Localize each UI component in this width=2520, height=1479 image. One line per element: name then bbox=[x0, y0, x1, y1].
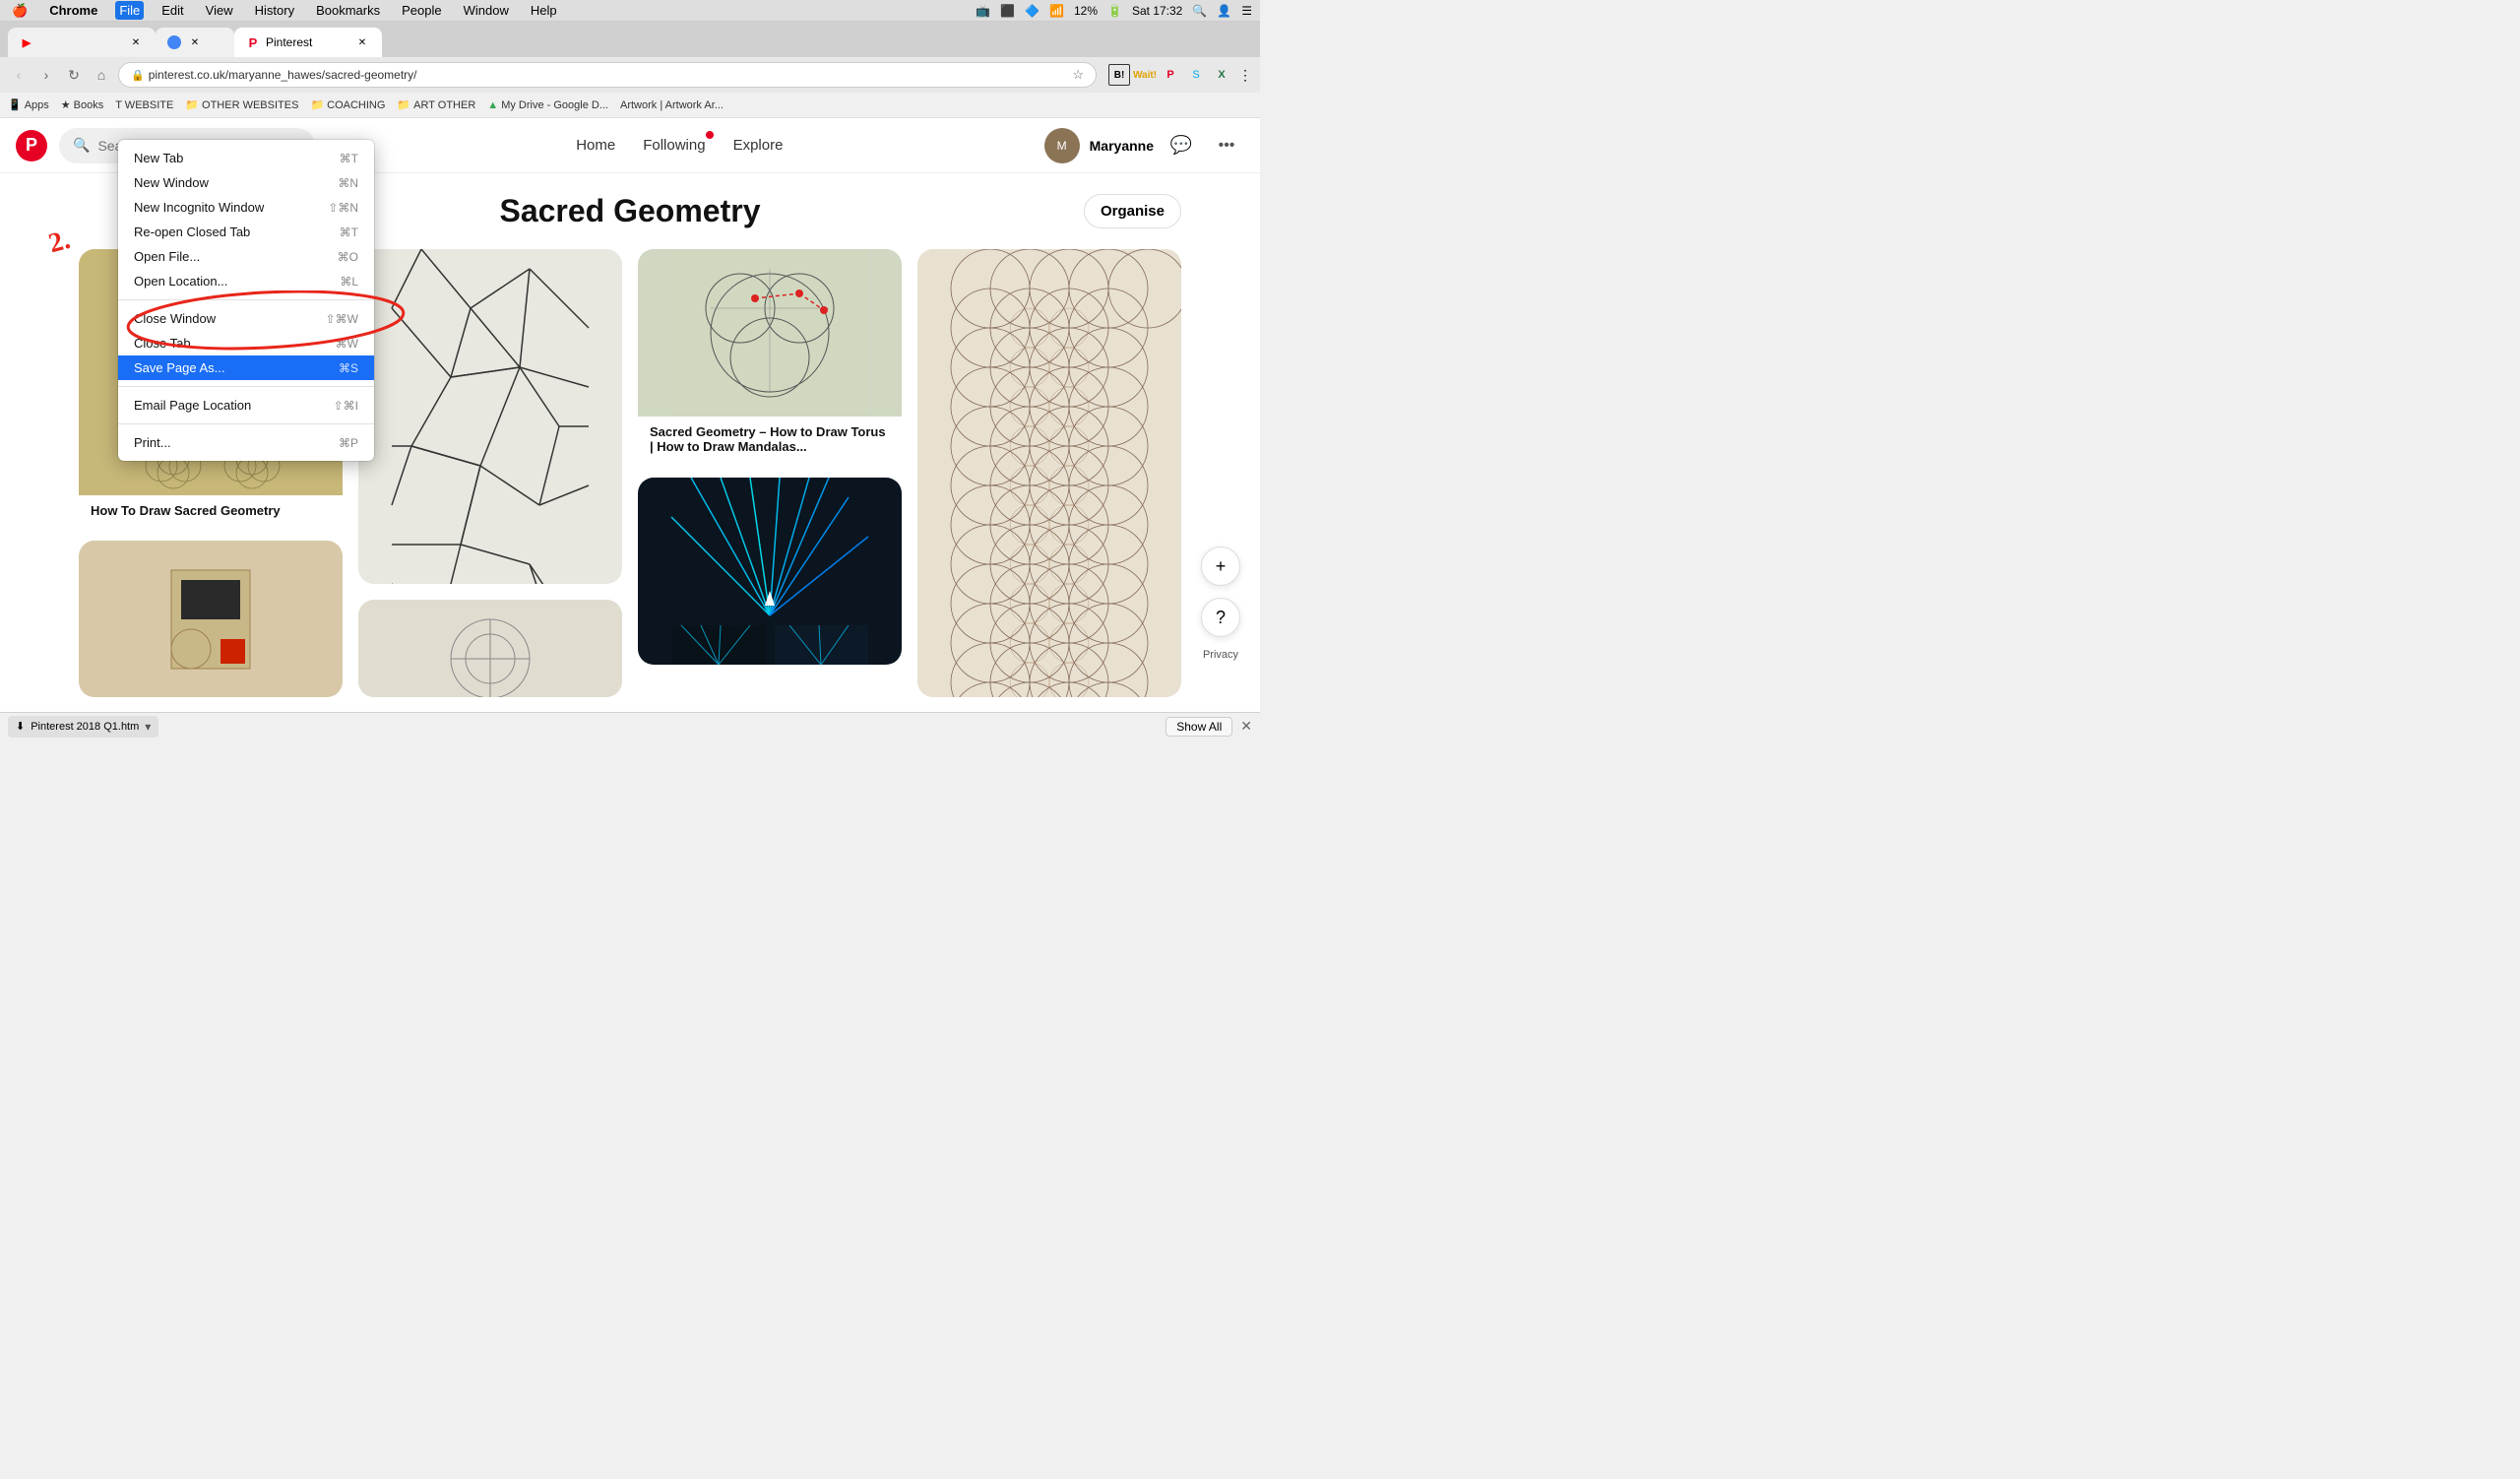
menu-bar-left: 🍎 Chrome File Edit View History Bookmark… bbox=[8, 1, 561, 21]
window-menu[interactable]: Window bbox=[460, 1, 513, 20]
bookmarks-menu[interactable]: Bookmarks bbox=[312, 1, 384, 20]
coaching-folder-icon: 📁 bbox=[310, 98, 324, 111]
tab-pinterest[interactable]: P Pinterest ✕ bbox=[234, 28, 382, 57]
cast-icon: ⬛ bbox=[1000, 4, 1015, 18]
youtube-favicon: ▶ bbox=[20, 35, 33, 49]
refresh-button[interactable]: ↻ bbox=[63, 64, 85, 86]
forward-button[interactable]: › bbox=[35, 64, 57, 86]
tab-youtube[interactable]: ▶ ✕ bbox=[8, 28, 156, 57]
menu-new-window[interactable]: New Window ⌘N bbox=[118, 170, 374, 195]
bookmark-other-websites[interactable]: 📁 OTHER WEBSITES bbox=[185, 98, 298, 111]
address-bar-row: ‹ › ↻ ⌂ 🔒 pinterest.co.uk/maryanne_hawes… bbox=[0, 57, 1260, 93]
file-menu-item[interactable]: File bbox=[115, 1, 144, 20]
help-menu[interactable]: Help bbox=[527, 1, 561, 20]
tab-newtab[interactable]: ✕ bbox=[156, 28, 234, 57]
menu-new-tab[interactable]: New Tab ⌘T bbox=[118, 146, 374, 170]
artwork-label: Artwork | Artwork Ar... bbox=[620, 99, 724, 111]
menu-divider-3 bbox=[118, 423, 374, 424]
battery-icon: 🔋 bbox=[1107, 4, 1122, 18]
tab-bar: ▶ ✕ ✕ P Pinterest ✕ bbox=[0, 22, 1260, 57]
menu-section-2: Close Window ⇧⌘W Close Tab ⌘W Save Page … bbox=[118, 304, 374, 382]
art-other-label: ART OTHER bbox=[413, 99, 475, 111]
wifi-icon: 📶 bbox=[1049, 4, 1064, 18]
other-websites-folder-icon: 📁 bbox=[185, 98, 199, 111]
star-icon: ★ bbox=[61, 98, 71, 111]
tab-youtube-close[interactable]: ✕ bbox=[128, 34, 144, 50]
menu-open-location[interactable]: Open Location... ⌘L bbox=[118, 269, 374, 293]
menu-bar-right: 📺 ⬛ 🔷 📶 12% 🔋 Sat 17:32 🔍 👤 ☰ bbox=[976, 4, 1252, 18]
art-folder-icon: 📁 bbox=[397, 98, 410, 111]
security-icon: 🔒 bbox=[131, 69, 145, 82]
boldgrid-ext[interactable]: B! bbox=[1108, 64, 1130, 86]
bookmark-books[interactable]: ★ Books bbox=[61, 98, 103, 111]
history-menu[interactable]: History bbox=[251, 1, 298, 20]
menu-reopen-tab[interactable]: Re-open Closed Tab ⌘T bbox=[118, 220, 374, 244]
drive-icon: ▲ bbox=[487, 99, 498, 111]
bookmark-t-website[interactable]: T WEBSITE bbox=[115, 99, 173, 111]
tab-pinterest-title: Pinterest bbox=[266, 35, 348, 49]
chrome-menu-dots[interactable]: ⋮ bbox=[1238, 67, 1252, 84]
other-websites-label: OTHER WEBSITES bbox=[202, 99, 298, 111]
menu-section-3: Email Page Location ⇧⌘I bbox=[118, 391, 374, 419]
file-menu: New Tab ⌘T New Window ⌘N New Incognito W… bbox=[118, 140, 374, 461]
tab-pinterest-close[interactable]: ✕ bbox=[354, 34, 370, 50]
mac-menu-bar: 🍎 Chrome File Edit View History Bookmark… bbox=[0, 0, 1260, 22]
apps-folder-icon: 📱 bbox=[8, 98, 22, 111]
spotlight-icon[interactable]: 🔍 bbox=[1192, 4, 1207, 18]
time-display: Sat 17:32 bbox=[1132, 4, 1182, 18]
pinterest-favicon: P bbox=[246, 35, 260, 49]
books-label: Books bbox=[74, 99, 104, 111]
tab-newtab-close[interactable]: ✕ bbox=[187, 34, 203, 50]
bookmarks-bar: 📱 Apps ★ Books T WEBSITE 📁 OTHER WEBSITE… bbox=[0, 93, 1260, 118]
screen-icon: 📺 bbox=[976, 4, 990, 18]
file-menu-overlay[interactable]: New Tab ⌘T New Window ⌘N New Incognito W… bbox=[0, 118, 1260, 740]
browser-chrome: ▶ ✕ ✕ P Pinterest ✕ ‹ › ↻ ⌂ 🔒 pinterest.… bbox=[0, 22, 1260, 118]
menu-save-page[interactable]: Save Page As... ⌘S bbox=[118, 355, 374, 380]
menu-divider-1 bbox=[118, 299, 374, 300]
skype-ext[interactable]: S bbox=[1185, 64, 1207, 86]
apple-menu[interactable]: 🍎 bbox=[8, 1, 32, 21]
people-menu[interactable]: People bbox=[398, 1, 445, 20]
menu-section-1: New Tab ⌘T New Window ⌘N New Incognito W… bbox=[118, 144, 374, 295]
wait-ext[interactable]: Wait! bbox=[1134, 64, 1156, 86]
bookmark-google-drive[interactable]: ▲ My Drive - Google D... bbox=[487, 99, 608, 111]
drive-label: My Drive - Google D... bbox=[501, 99, 608, 111]
annotation-number: 2. bbox=[45, 225, 74, 260]
battery-text: 12% bbox=[1074, 4, 1098, 18]
edit-menu[interactable]: Edit bbox=[158, 1, 187, 20]
chrome-favicon bbox=[167, 35, 181, 49]
excel-ext[interactable]: X bbox=[1211, 64, 1232, 86]
bookmark-art-other[interactable]: 📁 ART OTHER bbox=[397, 98, 475, 111]
bookmark-coaching[interactable]: 📁 COACHING bbox=[310, 98, 385, 111]
menu-print[interactable]: Print... ⌘P bbox=[118, 430, 374, 455]
menu-close-tab[interactable]: Close Tab ⌘W bbox=[118, 331, 374, 355]
home-button[interactable]: ⌂ bbox=[91, 64, 112, 86]
menu-email-page[interactable]: Email Page Location ⇧⌘I bbox=[118, 393, 374, 418]
menu-divider-2 bbox=[118, 386, 374, 387]
url-text: pinterest.co.uk/maryanne_hawes/sacred-ge… bbox=[149, 68, 1073, 82]
hamburger-icon: ☰ bbox=[1241, 4, 1252, 18]
menu-open-file[interactable]: Open File... ⌘O bbox=[118, 244, 374, 269]
back-button[interactable]: ‹ bbox=[8, 64, 30, 86]
t-website-label: T WEBSITE bbox=[115, 99, 173, 111]
apps-label: Apps bbox=[25, 99, 49, 111]
bookmark-apps[interactable]: 📱 Apps bbox=[8, 98, 49, 111]
menu-new-incognito[interactable]: New Incognito Window ⇧⌘N bbox=[118, 195, 374, 220]
bookmark-star-icon[interactable]: ☆ bbox=[1072, 67, 1084, 83]
user-icon: 👤 bbox=[1217, 4, 1231, 18]
pinterest-ext[interactable]: P bbox=[1160, 64, 1181, 86]
browser-content: P 🔍 Search Home Following Explore M Mary… bbox=[0, 118, 1260, 740]
menu-close-window[interactable]: Close Window ⇧⌘W bbox=[118, 306, 374, 331]
menu-section-4: Print... ⌘P bbox=[118, 428, 374, 457]
address-bar[interactable]: 🔒 pinterest.co.uk/maryanne_hawes/sacred-… bbox=[118, 62, 1097, 88]
extensions-toolbar: B! Wait! P S X bbox=[1108, 64, 1232, 86]
view-menu[interactable]: View bbox=[202, 1, 237, 20]
bluetooth-icon: 🔷 bbox=[1025, 4, 1040, 18]
chrome-menu[interactable]: Chrome bbox=[45, 1, 101, 20]
coaching-label: COACHING bbox=[327, 99, 385, 111]
bookmark-artwork[interactable]: Artwork | Artwork Ar... bbox=[620, 99, 724, 111]
